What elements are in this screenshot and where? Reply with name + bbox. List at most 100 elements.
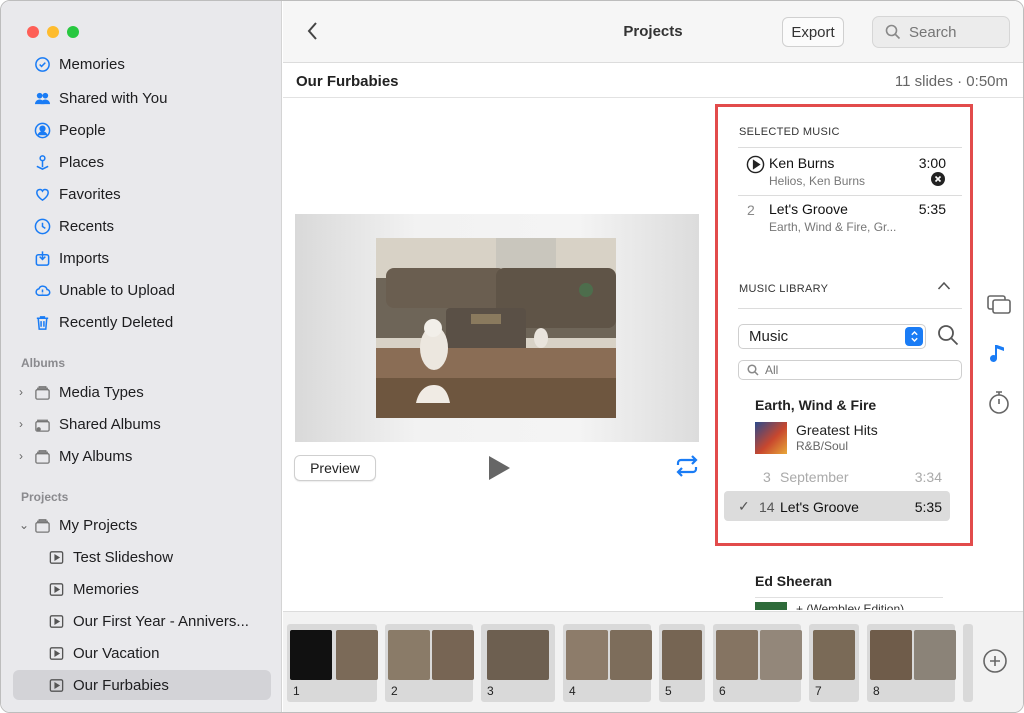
sidebar-item-imports[interactable]: Imports bbox=[13, 243, 271, 273]
albums-heading: Albums bbox=[21, 356, 66, 370]
slide-thumbnail[interactable]: 1 bbox=[287, 624, 378, 702]
sidebar-item-people[interactable]: People bbox=[13, 115, 271, 145]
chevron-down-icon[interactable]: ⌄ bbox=[19, 518, 31, 532]
sidebar-item-our-first-year[interactable]: Our First Year - Annivers... bbox=[13, 606, 271, 636]
sidebar-item-shared-with-you[interactable]: Shared with You bbox=[13, 83, 271, 113]
sidebar-item-label: Our Furbabies bbox=[73, 676, 169, 694]
sidebar-item-label: Recently Deleted bbox=[59, 313, 174, 331]
play-button[interactable] bbox=[485, 453, 513, 483]
slideshow-icon bbox=[47, 580, 65, 598]
search-icon[interactable] bbox=[937, 324, 959, 346]
photo-thumb bbox=[870, 630, 912, 680]
repeat-icon bbox=[676, 455, 698, 477]
album-genre: R&B/Soul bbox=[796, 439, 849, 453]
next-album-title[interactable]: + (Wembley Edition) bbox=[796, 602, 942, 610]
sidebar-item-test-slideshow[interactable]: Test Slideshow bbox=[13, 542, 271, 572]
album-art[interactable] bbox=[755, 422, 787, 454]
remove-track-icon[interactable] bbox=[931, 172, 945, 186]
music-filter-field[interactable] bbox=[738, 360, 962, 380]
slide-number: 4 bbox=[569, 684, 576, 698]
sidebar-item-label: Shared Albums bbox=[59, 415, 161, 433]
sidebar-item-our-vacation[interactable]: Our Vacation bbox=[13, 638, 271, 668]
selected-music-heading: SELECTED MUSIC bbox=[739, 126, 840, 138]
loop-toggle[interactable] bbox=[674, 454, 700, 478]
sidebar-item-label: Test Slideshow bbox=[73, 548, 174, 566]
folder-icon bbox=[33, 516, 51, 534]
folder-icon bbox=[33, 447, 51, 465]
photo-thumb bbox=[716, 630, 758, 680]
slide-number: 8 bbox=[873, 684, 880, 698]
folder-icon bbox=[33, 383, 51, 401]
plus-circle-icon bbox=[983, 649, 1007, 673]
music-source-select[interactable]: Music bbox=[738, 324, 926, 349]
divider bbox=[738, 195, 962, 196]
chevron-up-icon[interactable] bbox=[937, 281, 951, 291]
slide-thumbnail[interactable]: 7 bbox=[809, 624, 859, 702]
minimize-window-button[interactable] bbox=[47, 26, 59, 38]
search-input[interactable] bbox=[909, 23, 1009, 41]
track-number: 3 bbox=[763, 469, 771, 485]
slide-thumbnail[interactable]: 8 bbox=[867, 624, 956, 702]
sidebar-item-recents[interactable]: Recents bbox=[13, 211, 271, 241]
search-field[interactable] bbox=[872, 16, 1010, 48]
chevron-right-icon[interactable]: › bbox=[19, 385, 31, 399]
chevron-right-icon[interactable]: › bbox=[19, 417, 31, 431]
divider bbox=[755, 597, 943, 598]
export-button[interactable]: Export bbox=[782, 17, 844, 47]
sidebar-item-shared-albums[interactable]: › Shared Albums bbox=[13, 409, 271, 439]
track-time: 5:35 bbox=[918, 201, 946, 217]
sidebar-item-label: People bbox=[59, 121, 106, 139]
clock-icon bbox=[33, 217, 51, 235]
sidebar-item-my-projects[interactable]: ⌄ My Projects bbox=[13, 510, 271, 540]
slide-thumbnail[interactable]: 3 bbox=[481, 624, 555, 702]
slides-stack-icon bbox=[987, 295, 1011, 314]
photo-thumb bbox=[914, 630, 956, 680]
heart-icon bbox=[33, 185, 51, 203]
slide-thumbnail[interactable] bbox=[963, 624, 973, 702]
play-circle-icon[interactable] bbox=[746, 155, 765, 174]
slide-number: 2 bbox=[391, 684, 398, 698]
music-note-icon bbox=[990, 345, 1004, 362]
sidebar-item-our-furbabies[interactable]: Our Furbabies bbox=[13, 670, 271, 700]
sidebar-item-recently-deleted[interactable]: Recently Deleted bbox=[13, 307, 271, 337]
album-title[interactable]: Greatest Hits bbox=[796, 422, 878, 438]
track-index: 2 bbox=[747, 202, 755, 218]
slide-thumbnail[interactable]: 6 bbox=[713, 624, 802, 702]
slide-number: 1 bbox=[293, 684, 300, 698]
music-library-heading: MUSIC LIBRARY bbox=[739, 283, 829, 295]
photo-thumb bbox=[610, 630, 652, 680]
next-album-art[interactable] bbox=[755, 602, 787, 610]
slide-number: 3 bbox=[487, 684, 494, 698]
sidebar-item-memories-project[interactable]: Memories bbox=[13, 574, 271, 604]
sidebar-item-unable-to-upload[interactable]: Unable to Upload bbox=[13, 275, 271, 305]
chevron-right-icon[interactable]: › bbox=[19, 449, 31, 463]
projects-heading: Projects bbox=[21, 490, 69, 504]
photo-thumb bbox=[566, 630, 608, 680]
cloud-icon bbox=[33, 281, 51, 299]
preview-button[interactable]: Preview bbox=[294, 455, 376, 481]
zoom-window-button[interactable] bbox=[67, 26, 79, 38]
sidebar-item-memories[interactable]: Memories bbox=[13, 51, 271, 77]
photo-thumb bbox=[336, 630, 378, 680]
sidebar-item-favorites[interactable]: Favorites bbox=[13, 179, 271, 209]
add-slide-button[interactable] bbox=[981, 647, 1009, 675]
slide-thumbnail[interactable]: 2 bbox=[385, 624, 474, 702]
sidebar-item-places[interactable]: Places bbox=[13, 147, 271, 177]
sidebar-item-media-types[interactable]: › Media Types bbox=[13, 377, 271, 407]
title-slide-thumb bbox=[290, 630, 332, 680]
sidebar-item-label: Places bbox=[59, 153, 105, 171]
slide-thumbnail[interactable]: 5 bbox=[659, 624, 705, 702]
sidebar-item-label: Memories bbox=[59, 55, 125, 73]
duration-button[interactable] bbox=[985, 389, 1013, 417]
photo-thumb bbox=[662, 630, 702, 680]
close-window-button[interactable] bbox=[27, 26, 39, 38]
music-button[interactable] bbox=[985, 341, 1013, 369]
sidebar-item-my-albums[interactable]: › My Albums bbox=[13, 441, 271, 471]
slide-preview[interactable] bbox=[295, 214, 699, 442]
slide-thumbnail[interactable]: 4 bbox=[563, 624, 652, 702]
back-button[interactable] bbox=[303, 19, 323, 43]
themes-button[interactable] bbox=[985, 291, 1013, 319]
track-time: 3:34 bbox=[914, 469, 942, 485]
music-filter-input[interactable] bbox=[765, 363, 945, 377]
sidebar-item-label: Favorites bbox=[59, 185, 121, 203]
